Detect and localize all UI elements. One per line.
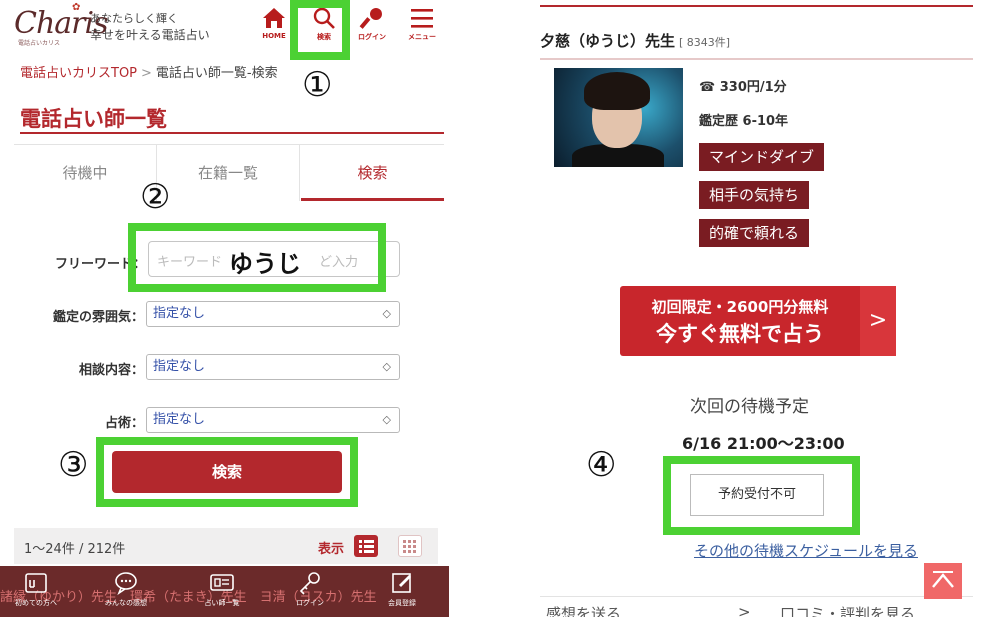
left-panel-search-page: Charis ✿ 電話占いカリス あなたらしく輝く 幸せを叶える電話占い HOM… bbox=[0, 0, 449, 617]
price-value: 330円/1分 bbox=[719, 80, 787, 95]
top-divider bbox=[540, 5, 973, 7]
tab-search[interactable]: 検索 bbox=[301, 145, 444, 201]
tag-mind-dive[interactable]: マインドダイブ bbox=[699, 143, 825, 171]
highlight-box-reservation bbox=[663, 456, 860, 535]
highlight-box-search-nav bbox=[290, 0, 350, 60]
bottom-nav-reviews-label: みんなの感想 bbox=[105, 599, 147, 607]
breadcrumb: 電話占いカリスTOP > 電話占い師一覧-検索 bbox=[20, 62, 278, 81]
tagline-line-1: あなたらしく輝く bbox=[90, 12, 178, 25]
tab-waiting[interactable]: 待機中 bbox=[14, 145, 157, 201]
free-trial-cta-button[interactable]: 初回限定・2600円分無料 今すぐ無料で占う > bbox=[620, 286, 896, 356]
grid-view-icon[interactable] bbox=[398, 535, 422, 557]
divination-select[interactable]: 指定なし ◇ bbox=[146, 407, 400, 433]
updown-chevron-icon: ◇ bbox=[382, 307, 391, 320]
speech-bubble-icon bbox=[115, 572, 137, 596]
key-outline-icon bbox=[299, 572, 320, 595]
nav-menu-button[interactable]: メニュー bbox=[400, 6, 444, 48]
send-review-link[interactable]: 感想を送る bbox=[546, 603, 621, 617]
tab-bar: 待機中 在籍一覧 検索 bbox=[14, 144, 444, 201]
bottom-nav-register[interactable]: 会員登録 bbox=[370, 570, 434, 616]
name-underline bbox=[540, 58, 973, 60]
tag-partner-feelings[interactable]: 相手の気持ち bbox=[699, 181, 810, 209]
bottom-nav-register-label: 会員登録 bbox=[388, 599, 416, 607]
bottom-nav-fortune-tellers-label: 占い師一覧 bbox=[204, 599, 240, 607]
key-icon bbox=[359, 8, 382, 29]
tag-reliable[interactable]: 的確で頼れる bbox=[699, 219, 810, 247]
bottom-nav-beginner-label: 初めての方へ bbox=[15, 599, 57, 607]
register-icon bbox=[392, 573, 411, 593]
chevron-right-icon: > bbox=[860, 286, 896, 356]
highlight-box-freeword bbox=[128, 223, 386, 292]
breadcrumb-home-link[interactable]: 電話占いカリスTOP bbox=[20, 66, 137, 81]
site-header: Charis ✿ 電話占いカリス あなたらしく輝く 幸せを叶える電話占い HOM… bbox=[0, 0, 449, 57]
atmosphere-select[interactable]: 指定なし ◇ bbox=[146, 301, 400, 327]
annotation-number-3: ③ bbox=[58, 445, 89, 485]
highlight-box-search-button bbox=[96, 437, 358, 507]
bottom-links-row: 感想を送る > 口コミ・評判を見る bbox=[540, 596, 973, 617]
price-row: ☎ 330円/1分 bbox=[699, 76, 787, 95]
updown-chevron-icon: ◇ bbox=[382, 413, 391, 426]
nav-login-button[interactable]: ログイン bbox=[350, 6, 394, 48]
consultation-label: 相談内容： bbox=[78, 363, 144, 378]
nav-login-label: ログイン bbox=[358, 33, 386, 41]
tagline-line-2: 幸せを叶える電話占い bbox=[90, 28, 210, 42]
fortune-teller-photo[interactable] bbox=[554, 68, 683, 167]
free-trial-line-1: 初回限定・2600円分無料 bbox=[651, 298, 829, 316]
consultation-select[interactable]: 指定なし ◇ bbox=[146, 354, 400, 380]
title-underline bbox=[20, 132, 444, 134]
results-bar: 1〜24件 / 212件 表示 bbox=[14, 528, 438, 564]
annotation-number-2: ② bbox=[140, 177, 171, 217]
results-count: 1〜24件 / 212件 bbox=[24, 542, 126, 557]
bottom-nav-beginner[interactable]: 初めての方へ bbox=[4, 570, 68, 616]
phone-icon: ☎ bbox=[699, 80, 716, 95]
annotation-number-4: ④ bbox=[586, 445, 617, 485]
logo-subtext: 電話占いカリス bbox=[18, 40, 61, 47]
bottom-nav-reviews[interactable]: みんなの感想 bbox=[94, 570, 158, 616]
atmosphere-label: 鑑定の雰囲気： bbox=[52, 310, 144, 325]
right-panel-profile-page: 夕慈（ゆうじ）先生[ 8343件] ☎ 330円/1分 鑑定歴 6-10年 マイ… bbox=[540, 0, 989, 617]
menu-icon bbox=[411, 9, 433, 28]
logo-flower-icon: ✿ bbox=[72, 2, 81, 13]
updown-chevron-icon: ◇ bbox=[382, 360, 391, 373]
site-logo[interactable]: Charis ✿ 電話占いカリス あなたらしく輝く 幸せを叶える電話占い bbox=[14, 2, 264, 48]
scroll-to-top-button[interactable] bbox=[924, 563, 962, 599]
divination-label: 占術： bbox=[104, 416, 144, 431]
view-reviews-link[interactable]: 口コミ・評判を見る bbox=[780, 603, 915, 617]
breadcrumb-current: 電話占い師一覧-検索 bbox=[155, 66, 278, 81]
next-schedule-label: 次回の待機予定 bbox=[690, 397, 809, 417]
review-count: [ 8343件] bbox=[679, 36, 731, 49]
chevron-up-icon bbox=[932, 571, 954, 588]
bottom-nav-fortune-tellers[interactable]: 占い師一覧 bbox=[190, 570, 254, 616]
breadcrumb-separator: > bbox=[141, 66, 152, 81]
tab-all-list[interactable]: 在籍一覧 bbox=[157, 145, 300, 201]
list-view-icon[interactable] bbox=[354, 535, 378, 557]
bottom-nav-login[interactable]: ログイン bbox=[278, 570, 342, 616]
free-trial-line-2: 今すぐ無料で占う bbox=[656, 322, 824, 346]
career-years: 鑑定歴 6-10年 bbox=[699, 114, 789, 129]
divination-select-value: 指定なし bbox=[153, 412, 206, 427]
other-schedule-link[interactable]: その他の待機スケジュールを見る bbox=[694, 540, 918, 561]
display-mode-label: 表示 bbox=[318, 542, 345, 557]
bottom-nav-bar: 諸縁（ゆかり）先生 環希（たまき）先生 ヨ清（ヨスカ）先生 初めての方へ みんな… bbox=[0, 566, 449, 617]
fortune-teller-name-row: 夕慈（ゆうじ）先生[ 8343件] bbox=[540, 30, 730, 51]
atmosphere-row: 鑑定の雰囲気： 指定なし ◇ bbox=[14, 301, 444, 329]
bottom-nav-login-label: ログイン bbox=[296, 599, 324, 607]
divination-row: 占術： 指定なし ◇ bbox=[14, 407, 444, 435]
beginner-icon bbox=[25, 573, 47, 593]
nav-menu-label: メニュー bbox=[408, 33, 436, 41]
page-title: 電話占い師一覧 bbox=[20, 107, 167, 131]
fortune-teller-name: 夕慈（ゆうじ）先生 bbox=[540, 32, 676, 50]
home-icon bbox=[263, 8, 285, 28]
consultation-select-value: 指定なし bbox=[153, 359, 206, 374]
consultation-row: 相談内容： 指定なし ◇ bbox=[14, 354, 444, 382]
chevron-right-icon: > bbox=[738, 603, 751, 617]
list-card-icon bbox=[210, 574, 234, 591]
atmosphere-select-value: 指定なし bbox=[153, 306, 206, 321]
annotation-number-1: ① bbox=[302, 65, 333, 105]
next-schedule-time: 6/16 21:00〜23:00 bbox=[682, 434, 845, 453]
